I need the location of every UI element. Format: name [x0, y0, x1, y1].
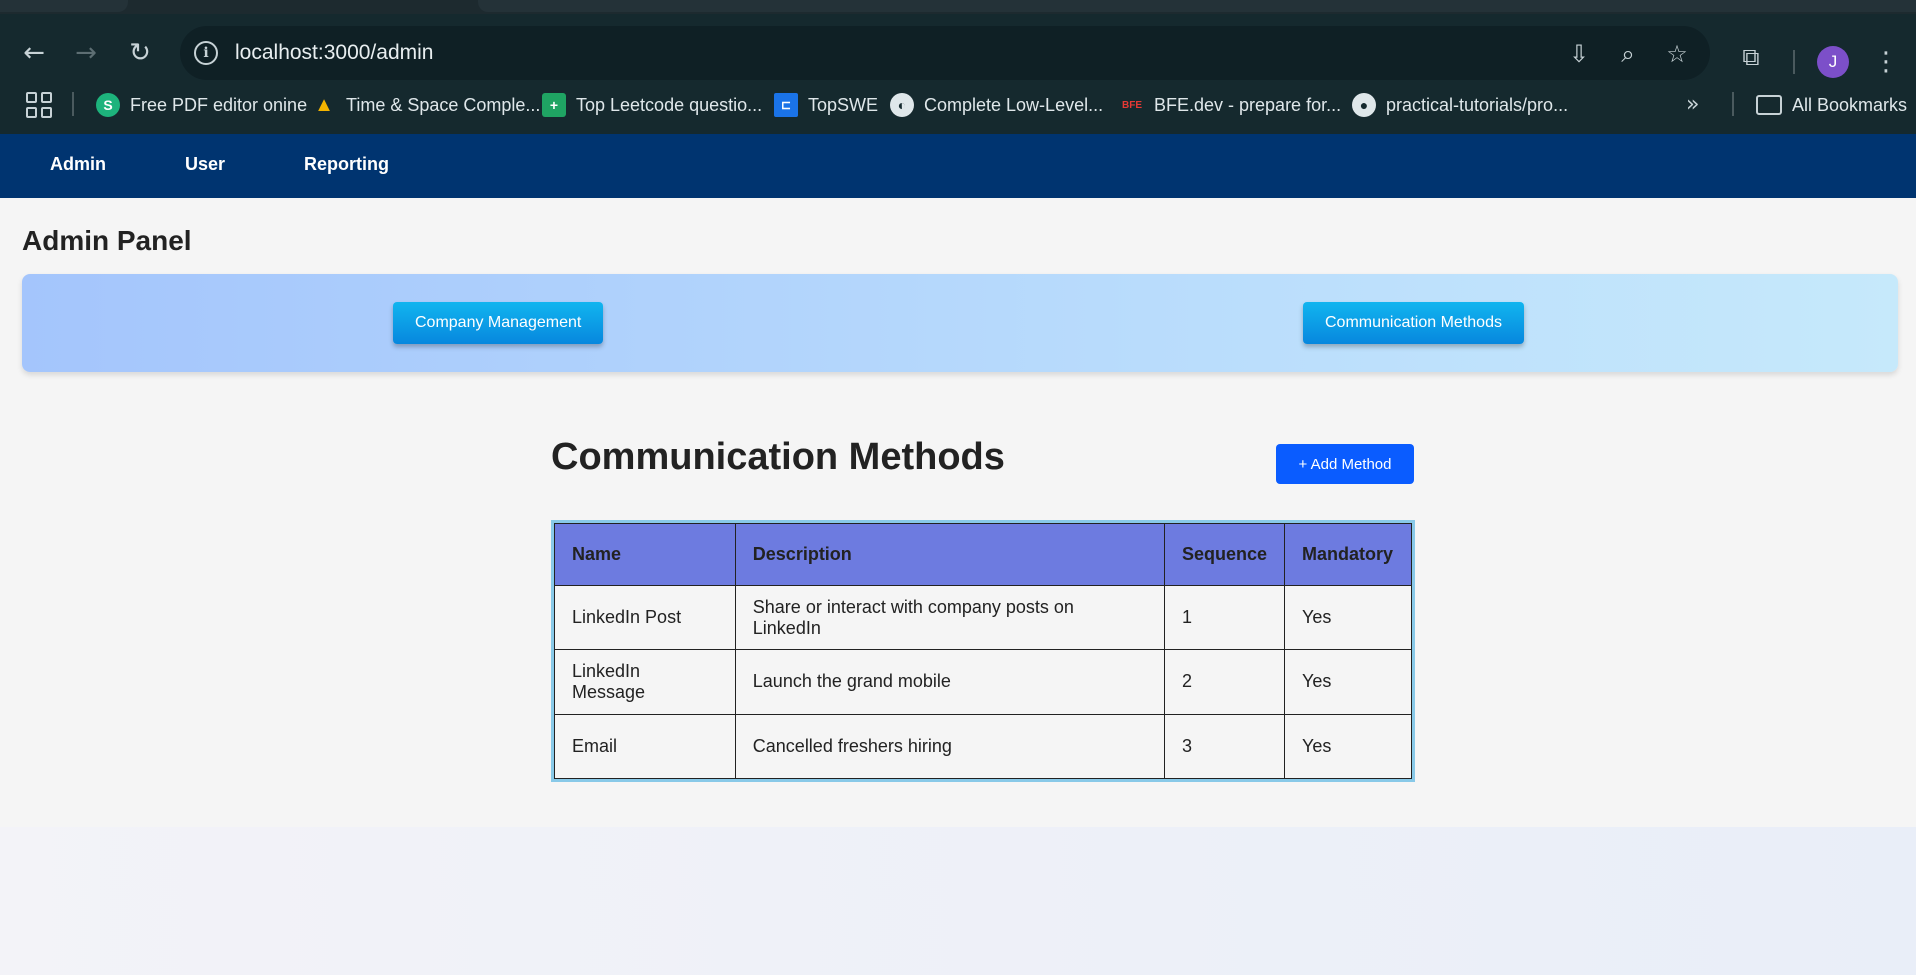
google-drive-icon: ▲ [314, 93, 334, 116]
more-bookmarks-chevron-icon[interactable]: » [1686, 92, 1699, 117]
cell-name: Email [554, 713, 736, 780]
methods-table: Name Description Sequence Mandatory Link… [554, 523, 1413, 780]
bookmark-star-icon[interactable]: ☆ [1662, 39, 1692, 69]
cell-sequence: 3 [1163, 713, 1285, 780]
forward-arrow-icon[interactable]: → [68, 35, 104, 71]
google-sheets-icon: + [542, 93, 566, 117]
cell-name: LinkedIn Post [554, 584, 736, 651]
cell-name: LinkedIn Message [554, 649, 736, 715]
back-arrow-icon[interactable]: ← [16, 35, 52, 71]
cell-description: Share or interact with company posts on … [734, 584, 1165, 651]
bookmark-item[interactable]: S Free PDF editor onine [96, 90, 307, 120]
bookmark-label: Top Leetcode questio... [576, 94, 763, 115]
column-header-name: Name [554, 523, 736, 586]
tab-inactive[interactable] [478, 0, 1916, 12]
column-header-sequence: Sequence [1163, 523, 1285, 586]
bookmark-label: Free PDF editor onine [130, 94, 308, 115]
bookmark-item[interactable]: ◐ Complete Low-Level... [890, 90, 1103, 120]
bookmarks-divider [72, 92, 74, 116]
reload-icon[interactable]: ↻ [122, 35, 158, 71]
all-bookmarks-button[interactable]: All Bookmarks [1756, 90, 1907, 120]
column-header-mandatory: Mandatory [1283, 523, 1413, 586]
cell-mandatory: Yes [1283, 713, 1413, 780]
methods-table-container: Name Description Sequence Mandatory Link… [551, 520, 1415, 782]
cell-mandatory: Yes [1283, 649, 1413, 715]
bookmark-label: BFE.dev - prepare for... [1154, 94, 1342, 115]
topswe-icon: ⊏ [774, 93, 798, 117]
bookmark-label: practical-tutorials/pro... [1386, 94, 1569, 115]
globe-icon: ◐ [890, 93, 914, 117]
nav-item-user[interactable]: User [185, 154, 225, 175]
bookmark-label: Time & Space Comple... [346, 94, 541, 115]
bookmark-item[interactable]: ● practical-tutorials/pro... [1352, 90, 1568, 120]
bookmark-item[interactable]: ▲ Time & Space Comple... [312, 90, 540, 120]
tab-inactive[interactable] [0, 0, 128, 12]
table-row: LinkedIn Message Launch the grand mobile… [554, 649, 1413, 715]
github-icon: ● [1352, 93, 1376, 117]
cell-mandatory: Yes [1283, 584, 1413, 651]
section-title: Communication Methods [551, 436, 1005, 478]
profile-avatar[interactable]: J [1817, 46, 1849, 78]
address-bar[interactable]: i localhost:3000/admin ⇩ ⌕ ☆ [180, 26, 1710, 80]
extensions-puzzle-icon[interactable]: ⧉ [1736, 42, 1766, 72]
page-title: Admin Panel [22, 225, 192, 256]
cell-sequence: 1 [1163, 584, 1285, 651]
table-row: LinkedIn Post Share or interact with com… [554, 584, 1413, 651]
cell-description: Cancelled freshers hiring [734, 713, 1165, 780]
apps-grid-icon[interactable] [26, 92, 52, 118]
bookmark-item[interactable]: + Top Leetcode questio... [542, 90, 762, 120]
bookmarks-bar: S Free PDF editor onine ▲ Time & Space C… [0, 84, 1916, 124]
app-viewport: Admin User Reporting Admin Panel Company… [0, 134, 1916, 975]
table-row: Email Cancelled freshers hiring 3 Yes [554, 713, 1413, 780]
add-method-button[interactable]: + Add Method [1276, 444, 1414, 484]
top-navigation: Admin User Reporting [0, 134, 1916, 198]
tab-strip [0, 0, 1916, 14]
bfe-icon: BFE [1122, 99, 1142, 111]
zoom-icon[interactable]: ⌕ [1613, 39, 1643, 69]
admin-actions-banner: Company Management Communication Methods [22, 274, 1898, 372]
sejda-icon: S [96, 93, 120, 117]
table-header-row: Name Description Sequence Mandatory [554, 523, 1413, 586]
bookmark-label: Complete Low-Level... [924, 94, 1104, 115]
bookmark-item[interactable]: BFE BFE.dev - prepare for... [1120, 90, 1341, 120]
cell-sequence: 2 [1163, 649, 1285, 715]
cell-description: Launch the grand mobile [734, 649, 1165, 715]
url-text[interactable]: localhost:3000/admin [235, 41, 433, 65]
bookmark-item[interactable]: ⊏ TopSWE [774, 90, 878, 120]
all-bookmarks-label: All Bookmarks [1792, 94, 1908, 115]
browser-menu-icon[interactable]: ⋮ [1873, 44, 1899, 80]
bookmark-label: TopSWE [808, 94, 879, 115]
bookmarks-divider [1732, 92, 1734, 116]
toolbar-divider [1793, 50, 1795, 74]
communication-methods-button[interactable]: Communication Methods [1303, 302, 1524, 344]
folder-icon [1756, 95, 1782, 115]
nav-item-reporting[interactable]: Reporting [304, 154, 389, 175]
company-management-button[interactable]: Company Management [393, 302, 604, 344]
column-header-description: Description [734, 523, 1165, 586]
install-app-icon[interactable]: ⇩ [1564, 39, 1594, 69]
site-info-icon[interactable]: i [194, 41, 218, 65]
nav-item-admin[interactable]: Admin [50, 154, 106, 175]
page-footer-area [0, 827, 1916, 975]
